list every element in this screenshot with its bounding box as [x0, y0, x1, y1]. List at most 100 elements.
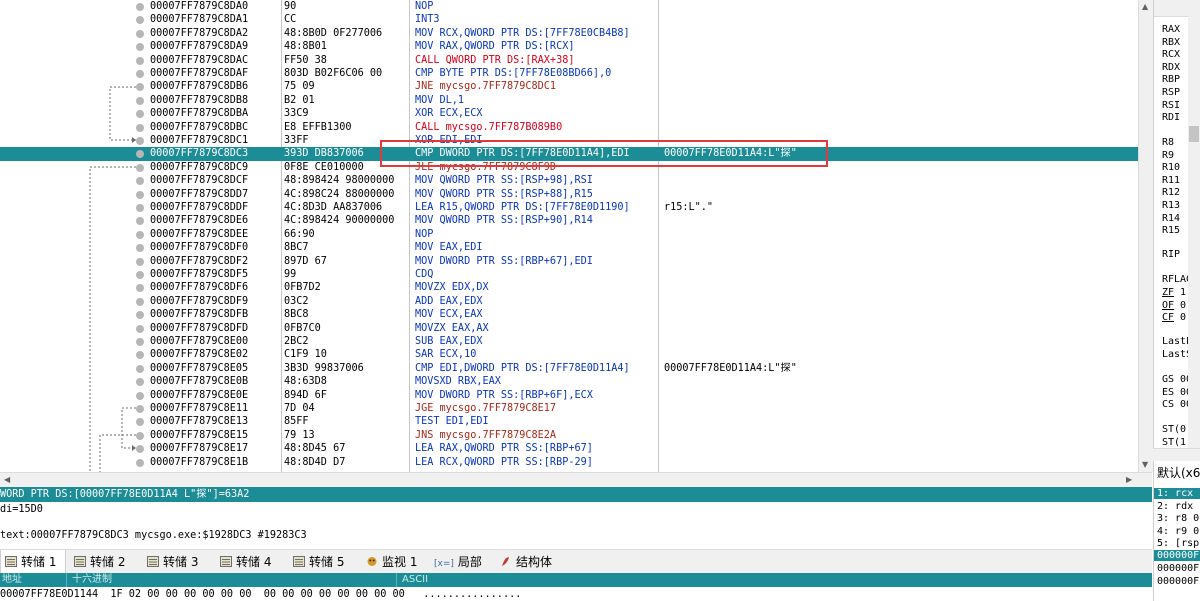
tab-1[interactable]: 转储 1 [0, 550, 66, 574]
disasm-row[interactable]: 00007FF7879C8DEE 66:90 NOP [0, 228, 1138, 241]
flag-value[interactable]: 0 [1180, 312, 1186, 323]
disasm-row[interactable]: 00007FF7879C8DF5 99 CDQ [0, 268, 1138, 281]
disasm-row[interactable]: 00007FF7879C8E0B 48:63D8 MOVSXD RBX,EAX [0, 375, 1138, 388]
disasm-row[interactable]: 00007FF7879C8E1B 48:8D4D D7 LEA RCX,QWORD … [0, 456, 1138, 469]
segment-label[interactable]: GS [1162, 374, 1174, 385]
registers-scroll-thumb[interactable] [1189, 126, 1199, 142]
flag-label[interactable]: OF [1162, 300, 1174, 311]
disasm-row[interactable]: 00007FF7879C8E02 C1F9 10 SAR ECX,10 [0, 348, 1138, 361]
disasm-row[interactable]: 00007FF7879C8DDF 4C:8D3D AA837006 LEA R15,… [0, 201, 1138, 214]
register-label[interactable]: R12 [1162, 187, 1180, 198]
register-label[interactable]: R15 [1162, 225, 1180, 236]
tab-2[interactable]: 转储 2 [70, 550, 138, 574]
flag-value[interactable]: 1 [1180, 287, 1186, 298]
argument-line[interactable]: 5: [rsp [1157, 538, 1199, 549]
register-label[interactable]: R14 [1162, 213, 1180, 224]
disasm-row[interactable]: 00007FF7879C8DAF 803D B02F6C06 00 CMP BYTE… [0, 67, 1138, 80]
disassembly-view[interactable]: 00007FF7879C8DA0 90 NOP 00007FF7879C8DA1 CC I… [0, 0, 1138, 472]
info-line-2: di=15D0 [0, 504, 43, 515]
scroll-up-icon[interactable]: ▲ [1142, 2, 1148, 11]
disasm-row[interactable]: 00007FF7879C8DF6 0FB7D2 MOVZX EDX,DX [0, 281, 1138, 294]
disasm-row[interactable]: 00007FF7879C8E13 85FF TEST EDI,EDI [0, 415, 1138, 428]
tab-8[interactable]: 结构体 [496, 550, 566, 574]
register-label[interactable]: RBX [1162, 37, 1180, 48]
stack-line[interactable]: 000000F [1154, 550, 1200, 561]
register-label[interactable]: R9 [1162, 150, 1174, 161]
register-label[interactable]: RDI [1162, 112, 1180, 123]
disasm-row[interactable]: 00007FF7879C8DBA 33C9 XOR ECX,ECX [0, 107, 1138, 120]
flag-label[interactable]: CF [1162, 312, 1174, 323]
disasm-row[interactable]: 00007FF7879C8E05 3B3D 99837006 CMP EDI,DWO… [0, 362, 1138, 375]
disasm-row[interactable]: 00007FF7879C8DF2 897D 67 MOV DWORD PTR SS:… [0, 255, 1138, 268]
register-label[interactable]: R8 [1162, 137, 1174, 148]
disasm-row[interactable]: 00007FF7879C8E11 7D 04 JGE mycsgo.7FF7879C… [0, 402, 1138, 415]
disasm-row[interactable]: 00007FF7879C8E17 48:8D45 67 LEA RAX,QWORD … [0, 442, 1138, 455]
disasm-horizontal-scrollbar[interactable]: ◀ ▶ [0, 472, 1152, 487]
argument-line[interactable]: 3: r8 0 [1157, 513, 1199, 524]
flag-label[interactable]: ZF [1162, 287, 1174, 298]
disasm-row[interactable]: 00007FF7879C8DAC FF50 38 CALL QWORD PTR DS… [0, 54, 1138, 67]
dump-header-address[interactable]: 地址 [2, 573, 22, 587]
disasm-row[interactable]: 00007FF7879C8DA1 CC INT3 [0, 13, 1138, 26]
disasm-row[interactable]: 00007FF7879C8DBC E8 EFFB1300 CALL mycsgo.7… [0, 121, 1138, 134]
register-label[interactable]: RDX [1162, 62, 1180, 73]
register-label[interactable]: RSI [1162, 100, 1180, 111]
argument-line[interactable]: 4: r9 0 [1157, 526, 1199, 537]
segment-label[interactable]: CS [1162, 399, 1174, 410]
disasm-row[interactable]: 00007FF7879C8DB6 75 09 JNE mycsgo.7FF7879C… [0, 80, 1138, 93]
registers-scrollbar[interactable] [1188, 16, 1200, 460]
register-label[interactable]: R13 [1162, 200, 1180, 211]
tab-5[interactable]: 转储 5 [289, 550, 357, 574]
instruction-bytes: 8BC8 [284, 309, 309, 321]
disasm-row[interactable]: 00007FF7879C8E0E 894D 6F MOV DWORD PTR SS:… [0, 389, 1138, 402]
tab-4[interactable]: 转储 4 [216, 550, 284, 574]
disasm-row[interactable]: 00007FF7879C8DB8 B2 01 MOV DL,1 [0, 94, 1138, 107]
argument-line[interactable]: 1: rcx [1154, 488, 1200, 499]
disasm-vertical-scrollbar[interactable]: ▲ ▼ [1138, 0, 1153, 472]
dump-row[interactable]: 00007FF78E0D1144 1F 02 00 00 00 00 00 00… [0, 588, 1152, 601]
instruction-address: 00007FF7879C8DA9 [150, 41, 249, 53]
register-label[interactable]: RAX [1162, 24, 1180, 35]
registers-horizontal-scrollbar[interactable] [1153, 448, 1200, 462]
argument-line[interactable]: 2: rdx [1157, 501, 1193, 512]
flag-value[interactable]: 0 [1180, 300, 1186, 311]
disasm-row[interactable]: 00007FF7879C8DA2 48:8B0D 0F277006 MOV RCX,… [0, 27, 1138, 40]
register-label[interactable]: RIP [1162, 249, 1180, 260]
scroll-right-icon[interactable]: ▶ [1126, 475, 1132, 484]
disasm-row[interactable]: 00007FF7879C8DFB 8BC8 MOV ECX,EAX [0, 308, 1138, 321]
disasm-row[interactable]: 00007FF7879C8DE6 4C:898424 90000000 MOV QW… [0, 214, 1138, 227]
instruction-bytes: 48:63D8 [284, 376, 327, 388]
info-line-1: WORD PTR DS:[00007FF78E0D11A4 L"探"]=63A2 [0, 487, 1152, 502]
disasm-row[interactable]: 00007FF7879C8DF9 03C2 ADD EAX,EDX [0, 295, 1138, 308]
arguments-panel[interactable]: 默认(x64 1: rcx 2: rdx3: r8 0 4: r9 05: [rsp… [1153, 461, 1200, 601]
register-label[interactable]: R11 [1162, 175, 1180, 186]
disasm-row[interactable]: 00007FF7879C8DF0 8BC7 MOV EAX,EDI [0, 241, 1138, 254]
instruction-address: 00007FF7879C8DAC [150, 54, 249, 66]
scroll-left-icon[interactable]: ◀ [4, 475, 10, 484]
register-label[interactable]: RCX [1162, 49, 1180, 60]
register-label[interactable]: RBP [1162, 74, 1180, 85]
disasm-row[interactable]: 00007FF7879C8DCF 48:898424 98000000 MOV QW… [0, 174, 1138, 187]
tab-7[interactable]: [x=] 局部 [430, 550, 492, 574]
instruction-bytes: 90 [284, 1, 297, 12]
disasm-row[interactable]: 00007FF7879C8DD7 4C:898C24 88000000 MOV QW… [0, 188, 1138, 201]
disasm-row[interactable]: 00007FF7879C8DA9 48:8B01 MOV RAX,QWORD PTR… [0, 40, 1138, 53]
instruction-bytes: 99 [284, 269, 297, 280]
scroll-down-icon[interactable]: ▼ [1142, 460, 1148, 469]
dump-header-ascii[interactable]: ASCII [402, 573, 428, 587]
disasm-row[interactable]: 00007FF7879C8E00 2BC2 SUB EAX,EDX [0, 335, 1138, 348]
stack-line[interactable]: 000000F [1157, 576, 1199, 587]
disasm-row[interactable]: 00007FF7879C8DA0 90 NOP [0, 0, 1138, 13]
dump-header-hex[interactable]: 十六进制 [72, 573, 112, 587]
disasm-row[interactable]: 00007FF7879C8DFD 0FB7C0 MOVZX EAX,AX [0, 322, 1138, 335]
stack-line[interactable]: 000000F [1157, 563, 1199, 574]
segment-label[interactable]: ES [1162, 387, 1174, 398]
register-label[interactable]: RSP [1162, 87, 1180, 98]
calling-convention-label[interactable]: 默认(x64 [1157, 464, 1200, 481]
disasm-row[interactable]: 00007FF7879C8E15 79 13 JNS mycsgo.7FF7879C… [0, 429, 1138, 442]
tab-3[interactable]: 转储 3 [143, 550, 211, 574]
tab-6[interactable]: 监视 1 [362, 550, 426, 574]
register-label[interactable]: R10 [1162, 162, 1180, 173]
instruction-address: 00007FF7879C8DF0 [150, 242, 249, 254]
instruction-text: MOV ECX,EAX [415, 309, 483, 321]
